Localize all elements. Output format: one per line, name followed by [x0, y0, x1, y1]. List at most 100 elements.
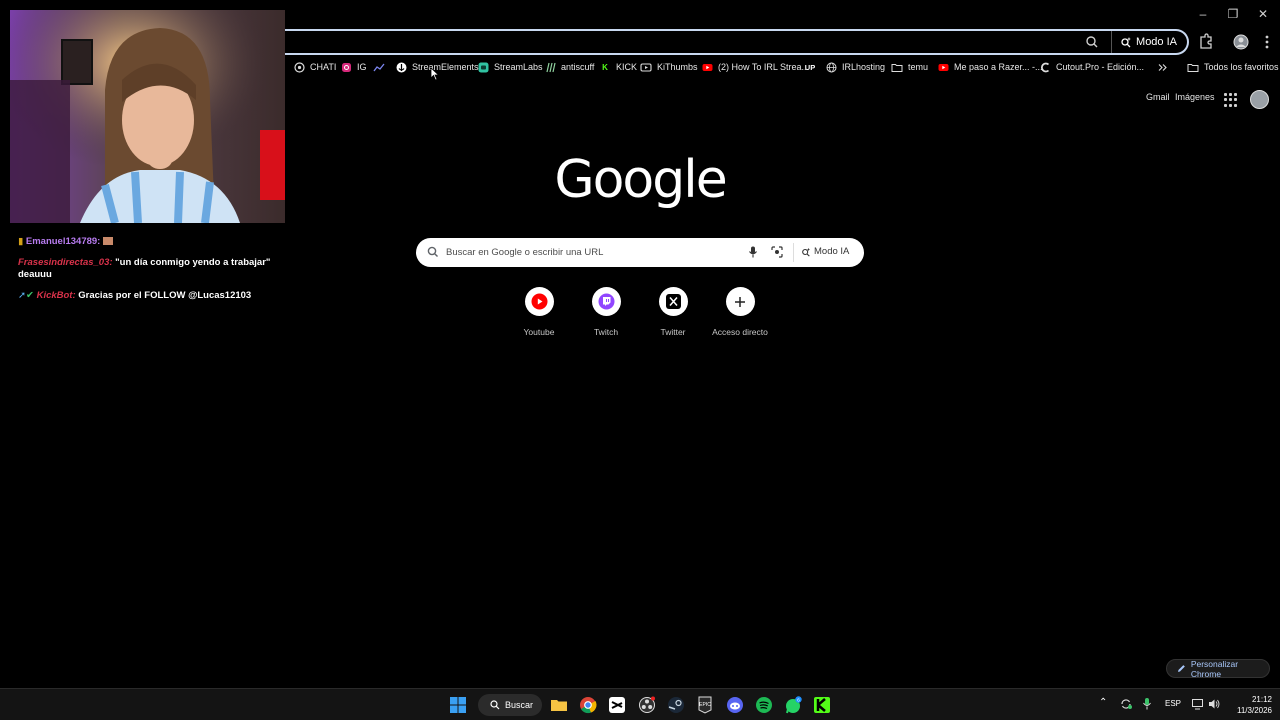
pencil-icon [1177, 665, 1185, 672]
antiscuff-icon [544, 61, 556, 73]
youtube-icon [701, 61, 713, 73]
bookmarks-overflow[interactable] [1156, 58, 1173, 76]
customize-chrome-button[interactable]: Personalizar Chrome [1166, 659, 1270, 679]
chat-username: Emanuel134789: [25, 236, 101, 247]
chat-message: Frasesindirectas_03: "un día conmigo yen… [18, 257, 278, 281]
up-icon: UP [804, 62, 816, 72]
plus-icon [735, 296, 745, 307]
chat-text: Gracias por el FOLLOW @Lucas12103 [78, 290, 252, 301]
extensions-icon[interactable] [1196, 33, 1216, 51]
divider [793, 243, 794, 262]
spotify-icon[interactable] [755, 696, 773, 714]
steam-icon[interactable] [667, 696, 685, 714]
profile-avatar-icon[interactable] [1231, 33, 1251, 51]
emote-icon [102, 237, 113, 246]
epic-games-icon[interactable]: EPIC [696, 696, 714, 714]
streamelements-icon [395, 61, 407, 73]
bookmark-cutout[interactable]: Cutout.Pro - Edición... [1039, 58, 1144, 76]
bookmark-razer[interactable]: Me paso a Razer... -... [937, 58, 1043, 76]
bookmark-temu[interactable]: temu [891, 58, 928, 76]
sword-badge-icon: ➚ [18, 290, 26, 301]
account-avatar[interactable] [1250, 90, 1269, 109]
bookmark-chati[interactable]: CHATI [293, 58, 336, 76]
bookmark-all-favorites[interactable]: Todos los favoritos [1187, 58, 1279, 76]
address-bar[interactable]: Modo IA [285, 29, 1189, 55]
bookmark-chart[interactable] [373, 58, 390, 76]
chevron-more-icon [1156, 61, 1168, 73]
close-button[interactable]: ✕ [1248, 4, 1278, 24]
chat-message: ➚✔ KickBot: Gracias por el FOLLOW @Lucas… [18, 290, 278, 302]
chart-icon [373, 61, 385, 73]
youtube-icon [937, 61, 949, 73]
folder-icon [891, 61, 903, 73]
whatsapp-icon[interactable]: 6 [784, 696, 802, 714]
volume-icon[interactable] [1207, 697, 1221, 711]
search-icon[interactable] [1083, 33, 1101, 51]
ai-search-icon [1121, 37, 1132, 48]
mouse-cursor-icon [430, 67, 440, 81]
chatgpt-icon [293, 61, 305, 73]
cutout-icon [1039, 61, 1051, 73]
bookmark-up[interactable]: UP [803, 58, 822, 76]
badge-icon: ▮ [18, 236, 24, 247]
streamlabs-icon [477, 61, 489, 73]
sync-icon[interactable] [1119, 697, 1133, 711]
ai-search-icon [802, 247, 811, 257]
modo-ia-chip[interactable]: Modo IA [801, 246, 849, 257]
shortcut-add[interactable]: Acceso directo [708, 287, 772, 337]
google-apps-icon[interactable] [1224, 93, 1238, 107]
folder-icon [1187, 61, 1199, 73]
bookmark-streamlabs[interactable]: StreamLabs [477, 58, 543, 76]
modo-ia-button[interactable]: Modo IA [1111, 31, 1187, 53]
search-input[interactable]: Buscar en Google o escribir una URL [446, 247, 603, 258]
network-icon[interactable] [1191, 697, 1205, 711]
images-link[interactable]: Imágenes [1175, 92, 1215, 102]
menu-kebab-icon[interactable] [1257, 33, 1277, 51]
shortcut-youtube[interactable]: Youtube [507, 287, 571, 337]
chat-username: Frasesindirectas_03: [18, 257, 113, 268]
taskbar-search[interactable]: Buscar [478, 694, 542, 716]
webcam-overlay [10, 10, 285, 223]
x-twitter-icon [665, 294, 681, 309]
bookmark-kick[interactable]: K KICK [599, 58, 637, 76]
google-search-box[interactable]: Buscar en Google o escribir una URL Modo… [416, 238, 864, 267]
windows-start-icon[interactable] [449, 696, 467, 714]
kithumbs-icon [640, 61, 652, 73]
bookmark-how-to-irl[interactable]: (2) How To IRL Strea... [701, 58, 809, 76]
chat-username: KickBot: [36, 290, 76, 301]
shortcut-twitter[interactable]: Twitter [641, 287, 705, 337]
windows-taskbar: Buscar EPIC 6 ⌃ ESP 21:12 11/3/2026 [0, 688, 1280, 720]
bookmark-antiscuff[interactable]: antiscuff [544, 58, 594, 76]
bookmark-ig[interactable]: IG [340, 58, 367, 76]
microphone-icon[interactable] [746, 245, 760, 259]
shortcut-twitch[interactable]: Twitch [574, 287, 638, 337]
youtube-icon [531, 293, 547, 310]
google-logo: Google [554, 150, 727, 210]
system-clock[interactable]: 21:12 11/3/2026 [1222, 694, 1272, 716]
modo-ia-label: Modo IA [1136, 36, 1177, 48]
svg-text:EPIC: EPIC [699, 702, 711, 708]
obs-icon[interactable] [638, 696, 656, 714]
microphone-icon[interactable] [1141, 697, 1153, 711]
gmail-link[interactable]: Gmail [1146, 92, 1170, 102]
twitch-icon [598, 293, 614, 310]
discord-icon[interactable] [726, 696, 744, 714]
svg-text:6: 6 [797, 697, 800, 703]
chat-message: ▮ Emanuel134789: [18, 236, 278, 248]
google-lens-icon[interactable] [770, 245, 784, 259]
search-icon [490, 700, 500, 710]
chevron-up-icon[interactable]: ⌃ [1099, 697, 1107, 708]
minimize-button[interactable]: – [1188, 4, 1218, 24]
capcut-icon[interactable] [608, 696, 626, 714]
kick-app-icon[interactable] [813, 696, 831, 714]
bookmark-irlhosting[interactable]: IRLhosting [825, 58, 885, 76]
bookmark-kithumbs[interactable]: KiThumbs [640, 58, 698, 76]
instagram-icon [340, 61, 352, 73]
restore-button[interactable]: ❐ [1218, 4, 1248, 24]
file-explorer-icon[interactable] [550, 696, 568, 714]
chrome-icon[interactable] [579, 696, 597, 714]
kick-icon: K [599, 61, 611, 73]
search-icon [427, 246, 438, 257]
check-badge-icon: ✔ [25, 290, 34, 301]
language-indicator[interactable]: ESP [1165, 699, 1181, 708]
